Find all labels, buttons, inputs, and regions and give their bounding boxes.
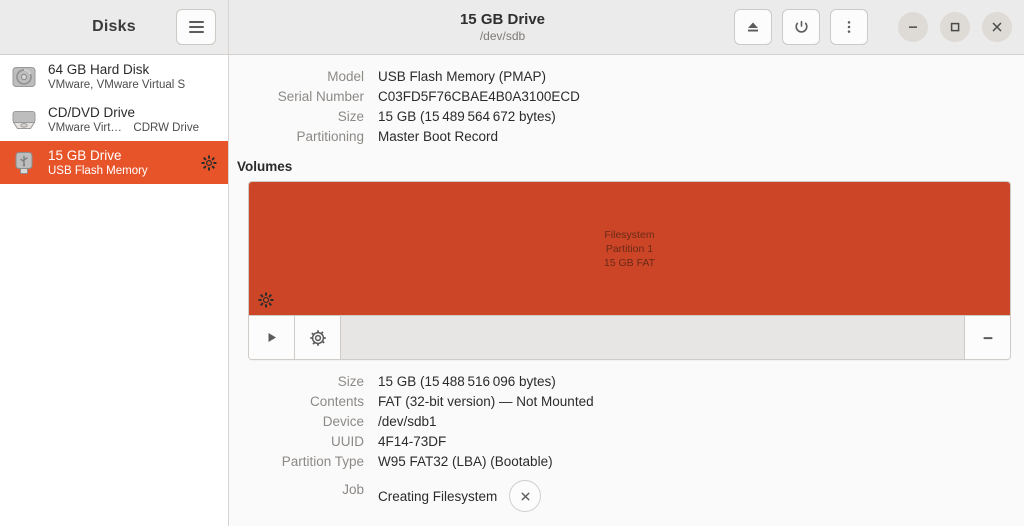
minimize-button[interactable] xyxy=(898,12,928,42)
close-icon xyxy=(992,22,1002,32)
volumes-section-title: Volumes xyxy=(237,159,293,174)
drive-info-label: Size xyxy=(337,109,364,124)
partition-label-line-3: 15 GB FAT xyxy=(603,256,656,269)
partition-info-label: UUID xyxy=(331,434,364,449)
partition-info-value-partition-type: W95 FAT32 (LBA) (Bootable) xyxy=(378,454,553,469)
devices-sidebar: 64 GB Hard Disk VMware, VMware Virtual S… xyxy=(0,55,229,526)
volume-toolbar-spacer xyxy=(341,316,964,359)
partition-block[interactable]: Filesystem Partition 1 15 GB FAT xyxy=(249,182,1010,315)
drive-info-label: Serial Number xyxy=(277,89,364,104)
drive-info-value-model: USB Flash Memory (PMAP) xyxy=(378,69,547,84)
drive-info-value-partitioning: Master Boot Record xyxy=(378,129,499,144)
job-status-text: Creating Filesystem xyxy=(378,488,498,504)
usb-drive-icon xyxy=(9,148,39,178)
maximize-button[interactable] xyxy=(940,12,970,42)
drive-info-value-serial-number: C03FD5F76CBAE4B0A3100ECD xyxy=(378,89,580,104)
sidebar-item-subtitle: VMware, VMware Virtual S xyxy=(48,78,186,91)
partition-label-line-2: Partition 1 xyxy=(605,242,654,255)
sidebar-item-usb-drive[interactable]: 15 GB Drive USB Flash Memory xyxy=(0,141,228,184)
partition-info-value-device: /dev/sdb1 xyxy=(378,414,437,429)
titlebar: Disks 15 GB Drive /dev/sdb xyxy=(0,0,1024,55)
disks-window: Disks 15 GB Drive /dev/sdb 64 GB Hard Di… xyxy=(0,0,1024,526)
drive-info-table: Model USB Flash Memory (PMAP) Serial Num… xyxy=(229,55,1024,147)
sidebar-item-title: 64 GB Hard Disk xyxy=(48,61,150,77)
power-button[interactable] xyxy=(782,9,820,45)
partition-info-label: Contents xyxy=(309,394,364,409)
hard-disk-icon xyxy=(9,62,39,92)
drive-info-value-size: 15 GB (15 489 564 672 bytes) xyxy=(378,109,556,124)
hamburger-menu-button[interactable] xyxy=(176,9,216,45)
partition-info-value-contents: FAT (32-bit version) — Not Mounted xyxy=(378,394,594,409)
partition-label-line-1: Filesystem xyxy=(604,228,655,241)
hamburger-icon-line xyxy=(188,21,204,23)
titlebar-main-section: 15 GB Drive /dev/sdb xyxy=(229,0,1024,54)
minimize-icon xyxy=(909,26,917,28)
eject-icon xyxy=(748,22,758,32)
play-icon xyxy=(268,333,276,342)
volumes-widget: Filesystem Partition 1 15 GB FAT xyxy=(248,181,1011,360)
mount-volume-button[interactable] xyxy=(249,316,295,359)
volume-toolbar xyxy=(249,315,1010,359)
partition-busy-spinner-icon xyxy=(257,291,275,309)
minus-icon xyxy=(983,336,992,339)
volume-options-button[interactable] xyxy=(295,316,341,359)
more-options-button[interactable] xyxy=(830,9,868,45)
optical-drive-icon xyxy=(9,105,39,135)
sidebar-item-text: 15 GB Drive USB Flash Memory xyxy=(48,147,191,179)
job-label: Job xyxy=(342,482,364,497)
partition-info-label: Partition Type xyxy=(281,454,364,469)
sidebar-item-title: 15 GB Drive xyxy=(48,147,122,163)
partition-info-label: Device xyxy=(322,414,364,429)
hamburger-icon-line xyxy=(188,31,204,33)
kebab-menu-icon xyxy=(847,21,851,33)
sidebar-item-hard-disk[interactable]: 64 GB Hard Disk VMware, VMware Virtual S xyxy=(0,55,228,98)
sidebar-item-text: CD/DVD Drive VMware Virt… CDRW Drive xyxy=(48,104,220,136)
partition-info-value-uuid: 4F14-73DF xyxy=(378,434,447,449)
sidebar-item-title: CD/DVD Drive xyxy=(48,104,136,120)
eject-button[interactable] xyxy=(734,9,772,45)
titlebar-actions xyxy=(734,9,868,45)
drive-info-label: Partitioning xyxy=(296,129,364,144)
busy-spinner-icon xyxy=(200,154,218,172)
titlebar-sidebar-section: Disks xyxy=(0,0,229,54)
sidebar-item-optical-drive[interactable]: CD/DVD Drive VMware Virt… CDRW Drive xyxy=(0,98,228,141)
sidebar-item-subtitle: USB Flash Memory xyxy=(48,164,148,177)
app-title: Disks xyxy=(92,18,136,35)
power-icon xyxy=(794,20,808,33)
delete-partition-button[interactable] xyxy=(964,316,1010,359)
job-row: Creating Filesystem xyxy=(378,480,1024,512)
partition-info-value-size: 15 GB (15 488 516 096 bytes) xyxy=(378,374,556,389)
drive-info-label: Model xyxy=(327,69,364,84)
window-controls xyxy=(898,12,1012,42)
gear-icon xyxy=(309,329,326,346)
hamburger-icon-line xyxy=(188,26,204,28)
close-icon xyxy=(521,492,530,500)
partition-label: Filesystem Partition 1 15 GB FAT xyxy=(604,228,655,270)
partition-info-table: Size 15 GB (15 488 516 096 bytes) Conten… xyxy=(229,360,1024,512)
close-button[interactable] xyxy=(982,12,1012,42)
window-body: 64 GB Hard Disk VMware, VMware Virtual S… xyxy=(0,55,1024,526)
maximize-icon xyxy=(950,22,960,32)
partition-info-label: Size xyxy=(337,374,364,389)
sidebar-item-subtitle: VMware Virt… CDRW Drive xyxy=(48,121,200,134)
cancel-job-button[interactable] xyxy=(509,480,542,512)
sidebar-item-text: 64 GB Hard Disk VMware, VMware Virtual S xyxy=(48,61,220,93)
drive-details-panel: Model USB Flash Memory (PMAP) Serial Num… xyxy=(229,55,1024,526)
